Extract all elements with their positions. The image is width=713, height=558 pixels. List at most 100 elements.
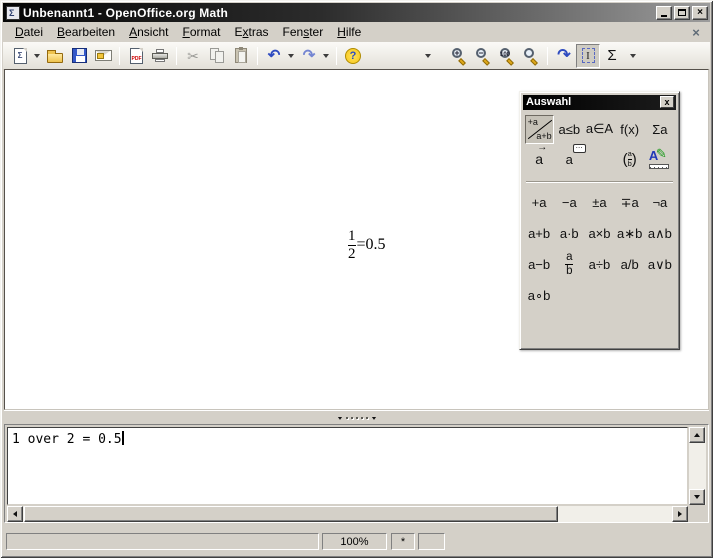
close-button[interactable]: × (692, 6, 708, 20)
splitter-arrow-icon (337, 417, 341, 422)
status-modified-panel: * (391, 533, 415, 550)
splitter-handle[interactable] (337, 416, 377, 420)
formula-view[interactable]: 1 2 =0.5 Auswahl x +a a+b a≤b a∈A (4, 69, 709, 410)
open-button[interactable] (44, 45, 66, 67)
paste-button[interactable] (230, 45, 252, 67)
arrow-right-icon (678, 511, 685, 517)
category-brackets[interactable]: ( ab ) (615, 145, 644, 174)
chevron-down-icon (288, 54, 294, 61)
zoom-100-button[interactable]: 100 (496, 45, 518, 67)
menu-format[interactable]: Format (175, 23, 227, 41)
menu-bearbeiten[interactable]: Bearbeiten (50, 23, 122, 41)
symbol-a-cdot-b[interactable]: a·b (555, 219, 584, 248)
scroll-up-button[interactable] (689, 427, 705, 443)
category-unary-binary-operators[interactable]: +a a+b (525, 115, 554, 144)
toolbar-separator (547, 47, 548, 65)
scroll-right-button[interactable] (672, 506, 688, 522)
chevron-down-icon (630, 54, 636, 61)
symbol-a-circ-b[interactable]: a∘b (525, 281, 554, 310)
vertical-scrollbar[interactable] (689, 427, 706, 505)
symbol-a-and-b[interactable]: a∧b (645, 219, 674, 248)
redo-dropdown[interactable] (321, 45, 330, 67)
update-icon: ↷ (557, 48, 570, 64)
annotation-icon: a⋯ (566, 152, 573, 167)
zoom-page-button[interactable] (520, 45, 542, 67)
symbols-catalog-button[interactable]: Σ (601, 45, 623, 67)
tools-toolbar-options-dropdown[interactable] (628, 45, 637, 67)
sigma-icon: Σ (607, 47, 616, 64)
symbol-a-minus-b[interactable]: a−b (525, 250, 554, 279)
maximize-button[interactable] (674, 6, 690, 20)
status-zoom-panel[interactable]: 100% (322, 533, 387, 550)
zoom-in-icon: + (450, 47, 468, 65)
new-document-dropdown[interactable] (32, 45, 41, 67)
formula-rhs: =0.5 (357, 236, 386, 254)
category-operators[interactable]: Σa (645, 115, 674, 144)
minimize-button[interactable] (656, 6, 672, 20)
formula-cursor-button[interactable]: I (576, 44, 600, 68)
copy-button[interactable] (206, 45, 228, 67)
close-document-icon[interactable]: × (688, 25, 704, 40)
symbol-minusplus-a[interactable]: ∓a (615, 188, 644, 217)
arrow-up-icon (694, 430, 700, 437)
chevron-down-icon (323, 54, 329, 61)
category-empty (585, 145, 614, 174)
undo-button[interactable]: ↶ (263, 45, 285, 67)
undo-icon: ↶ (268, 48, 281, 63)
symbol-a-plus-b[interactable]: a+b (525, 219, 554, 248)
zoom-out-button[interactable]: − (472, 45, 494, 67)
formula-denominator: 2 (348, 245, 356, 263)
send-email-button[interactable] (92, 45, 114, 67)
command-text: 1 over 2 = 0.5 (12, 432, 122, 447)
zoom-in-button[interactable]: + (448, 45, 470, 67)
cut-button[interactable]: ✂ (182, 45, 204, 67)
undo-dropdown[interactable] (286, 45, 295, 67)
symbol-plus-a[interactable]: +a (525, 188, 554, 217)
print-button[interactable] (149, 45, 171, 67)
copy-icon (210, 48, 225, 63)
save-button[interactable] (68, 45, 90, 67)
symbol-minus-a[interactable]: −a (555, 188, 584, 217)
export-pdf-button[interactable]: PDF (125, 45, 147, 67)
new-document-button[interactable]: Σ (9, 45, 31, 67)
symbol-a-div-b[interactable]: a÷b (585, 250, 614, 279)
menu-hilfe[interactable]: Hilfe (330, 23, 368, 41)
category-formats[interactable]: A ✎ (645, 145, 674, 174)
symbol-a-times-b[interactable]: a×b (585, 219, 614, 248)
category-functions[interactable]: f(x) (615, 115, 644, 144)
palette-close-button[interactable]: x (660, 96, 674, 108)
symbol-a-slash-b[interactable]: a/b (615, 250, 644, 279)
category-set-operations[interactable]: a∈A (585, 115, 614, 144)
printer-icon (152, 49, 168, 62)
horizontal-scroll-thumb[interactable] (24, 506, 558, 522)
title-bar[interactable]: Σ Unbenannt1 - OpenOffice.org Math × (3, 3, 710, 22)
update-button[interactable]: ↷ (553, 45, 575, 67)
redo-button[interactable]: ↷ (298, 45, 320, 67)
toolbar-options-dropdown[interactable] (423, 45, 432, 67)
horizontal-scrollbar[interactable] (7, 506, 688, 522)
category-attributes[interactable]: a→ (525, 145, 554, 174)
symbol-a-ast-b[interactable]: a∗b (615, 219, 644, 248)
category-misc[interactable]: a⋯ (555, 145, 584, 174)
toolbar-separator (119, 47, 120, 65)
command-window: 1 over 2 = 0.5 (4, 424, 709, 523)
menu-extras[interactable]: Extras (228, 23, 276, 41)
palette-symbols: +a −a ±a ∓a ¬a a+b a·b a×b a∗b a∧b a−b a… (523, 185, 676, 313)
category-relations[interactable]: a≤b (555, 115, 584, 144)
menu-fenster[interactable]: Fenster (276, 23, 331, 41)
palette-title-bar[interactable]: Auswahl x (523, 95, 676, 110)
menu-datei[interactable]: Datei (8, 23, 50, 41)
status-bar: 100% * (3, 530, 710, 553)
symbol-neg-a[interactable]: ¬a (645, 188, 674, 217)
help-button[interactable]: ? (342, 45, 364, 67)
chevron-down-icon (425, 54, 431, 61)
symbol-a-or-b[interactable]: a∨b (645, 250, 674, 279)
menu-ansicht[interactable]: Ansicht (122, 23, 175, 41)
symbol-plusminus-a[interactable]: ±a (585, 188, 614, 217)
symbol-a-over-b[interactable]: ab (555, 250, 584, 279)
view-splitter[interactable] (4, 410, 709, 424)
scroll-down-button[interactable] (689, 489, 705, 505)
open-folder-icon (47, 53, 63, 63)
scroll-left-button[interactable] (7, 506, 23, 522)
command-editor[interactable]: 1 over 2 = 0.5 (7, 427, 688, 505)
